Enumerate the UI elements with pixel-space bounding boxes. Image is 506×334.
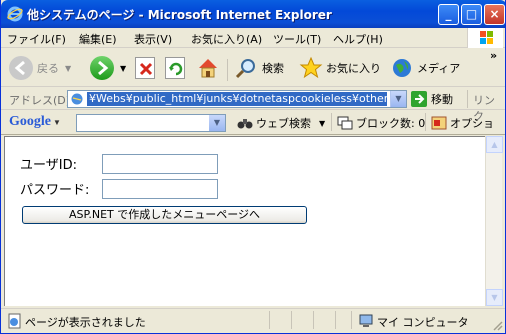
media-label: メディア [417, 62, 461, 75]
minimize-button[interactable]: _ [438, 4, 459, 25]
userid-input[interactable] [102, 154, 218, 174]
google-web-search-button[interactable]: ウェブ検索 ▼ [237, 115, 325, 131]
google-options-button[interactable]: オプショ [431, 115, 494, 131]
browser-window: 他システムのページ - Microsoft Internet Explorer … [0, 0, 506, 334]
go-label: 移動 [431, 93, 453, 106]
address-dropdown-button[interactable]: ▼ [390, 91, 406, 107]
back-button[interactable]: 戻る ▼ [9, 53, 71, 83]
google-search-field[interactable]: ▼ [76, 114, 226, 132]
menu-bar: ファイル(F) 編集(E) 表示(V) お気に入り(A) ツール(T) ヘルプ(… [1, 28, 505, 48]
password-input[interactable] [102, 179, 218, 199]
search-label: 検索 [262, 62, 284, 75]
status-bar: ページが表示されました マイ コンピュータ [1, 308, 505, 333]
menu-edit[interactable]: 編集(E) [79, 31, 117, 47]
menu-view[interactable]: 表示(V) [134, 31, 172, 47]
refresh-icon [165, 57, 185, 79]
zone-label: マイ コンピュータ [377, 316, 469, 329]
media-globe-icon [393, 59, 411, 77]
menu-favorites[interactable]: お気に入り(A) [191, 31, 262, 47]
back-arrow-icon [9, 56, 33, 80]
home-button[interactable] [196, 53, 220, 83]
stop-button[interactable] [135, 53, 155, 83]
scroll-up-icon[interactable]: ▲ [486, 136, 503, 153]
star-icon [299, 56, 323, 79]
status-text: ページが表示されました [25, 316, 146, 329]
close-button[interactable]: × [484, 4, 505, 25]
go-button[interactable]: 移動 [411, 90, 453, 108]
back-label: 戻る [37, 62, 59, 75]
home-icon [199, 59, 217, 78]
ie-logo-icon [7, 6, 23, 22]
maximize-button[interactable]: □ [461, 4, 482, 25]
google-search-dropdown[interactable]: ▼ [209, 115, 225, 131]
google-toolbar: Google ▼ ▼ ウェブ検索 ▼ ブロック数: 0 オプショ [1, 111, 505, 135]
chevron-down-icon: ▼ [120, 63, 127, 73]
chevron-down-icon: ▼ [53, 118, 61, 127]
forward-arrow-icon [90, 56, 114, 80]
window-title: 他システムのページ - Microsoft Internet Explorer [27, 8, 332, 22]
search-button[interactable]: 検索 [234, 53, 284, 83]
menu-tools[interactable]: ツール(T) [273, 31, 321, 47]
page-done-icon [8, 313, 21, 329]
userid-label: ユーザID: [20, 158, 77, 173]
google-logo[interactable]: Google ▼ [9, 114, 61, 130]
forward-button[interactable]: ▼ [90, 53, 126, 83]
options-icon [431, 116, 447, 130]
media-button[interactable]: メディア [390, 53, 460, 83]
menu-file[interactable]: ファイル(F) [7, 31, 66, 47]
search-icon [235, 59, 255, 79]
submit-button[interactable]: ASP.NET で作成したメニューページへ [22, 206, 307, 224]
windows-flag-icon [467, 28, 503, 48]
options-label: オプショ [450, 117, 494, 130]
page-content: ユーザID: パスワード: ASP.NET で作成したメニューページへ [4, 136, 485, 306]
scroll-down-icon[interactable]: ▼ [486, 289, 503, 306]
chevron-down-icon: ▼ [65, 63, 72, 73]
stop-icon [135, 57, 155, 79]
refresh-button[interactable] [165, 53, 185, 83]
go-arrow-icon [411, 91, 427, 107]
address-bar: アドレス(D) ¥Webs¥public_html¥junks¥dotnetas… [1, 88, 505, 123]
binoculars-icon [237, 119, 253, 129]
menu-help[interactable]: ヘルプ(H) [333, 31, 383, 47]
google-logo-text: Google [9, 114, 51, 129]
web-search-label: ウェブ検索 [256, 117, 311, 130]
address-url[interactable]: ¥Webs¥public_html¥junks¥dotnetaspcookiel… [87, 92, 387, 106]
my-computer-icon [359, 314, 373, 327]
vertical-scrollbar[interactable]: ▲ ▼ [485, 136, 503, 306]
title-bar: 他システムのページ - Microsoft Internet Explorer … [1, 0, 505, 28]
chevron-down-icon: ▼ [319, 118, 326, 128]
address-label: アドレス(D) [9, 94, 71, 107]
standard-toolbar: 戻る ▼ ▼ 検索 お気に入り メディア » [1, 49, 505, 87]
favorites-label: お気に入り [326, 62, 381, 75]
popup-blocker[interactable]: ブロック数: 0 [337, 115, 425, 131]
address-field[interactable]: ¥Webs¥public_html¥junks¥dotnetaspcookiel… [67, 90, 407, 108]
page-icon [71, 93, 83, 105]
toolbar-overflow-chevron[interactable]: » [490, 49, 497, 62]
resize-grip-icon[interactable] [491, 319, 503, 331]
password-label: パスワード: [20, 183, 90, 198]
popup-block-label: ブロック数: 0 [356, 117, 426, 130]
favorites-button[interactable]: お気に入り [299, 53, 381, 83]
popup-block-icon [337, 116, 353, 130]
